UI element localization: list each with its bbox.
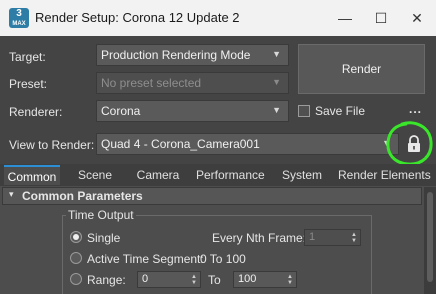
every-nth-frame-value: 1 bbox=[309, 231, 316, 243]
scrollbar-thumb[interactable] bbox=[427, 192, 433, 282]
active-time-segment-label: Active Time Segment: bbox=[87, 252, 204, 266]
target-value: Production Rendering Mode bbox=[101, 48, 251, 62]
range-radio[interactable] bbox=[70, 273, 82, 285]
spinner-down-icon: ▼ bbox=[287, 280, 293, 286]
view-to-render-dropdown[interactable]: Quad 4 - Corona_Camera001 ▼ bbox=[96, 133, 399, 155]
chevron-down-icon: ▼ bbox=[272, 77, 281, 87]
more-options-button[interactable]: ... bbox=[409, 102, 422, 116]
window-title: Render Setup: Corona 12 Update 2 bbox=[35, 10, 240, 25]
annotation-circle bbox=[386, 121, 433, 166]
tab-performance[interactable]: Performance bbox=[196, 165, 265, 185]
range-end-spinner[interactable]: 100 ▲ ▼ bbox=[233, 271, 297, 288]
close-button[interactable]: ✕ bbox=[400, 0, 434, 36]
rollout-title: Common Parameters bbox=[22, 189, 143, 203]
render-button[interactable]: Render bbox=[298, 44, 425, 94]
tab-render-elements[interactable]: Render Elements bbox=[338, 165, 436, 185]
renderer-label: Renderer: bbox=[9, 105, 63, 119]
range-label: Range: bbox=[87, 273, 126, 287]
view-to-render-label: View to Render: bbox=[9, 138, 95, 152]
every-nth-frame-label: Every Nth Frame: bbox=[212, 231, 307, 245]
tab-system[interactable]: System bbox=[278, 165, 326, 185]
renderer-dropdown[interactable]: Corona ▼ bbox=[96, 100, 289, 122]
app-icon-text: 3 bbox=[16, 8, 22, 19]
range-to-label: To bbox=[208, 273, 221, 287]
app-icon: 3 MAX bbox=[9, 8, 29, 28]
view-to-render-value: Quad 4 - Corona_Camera001 bbox=[101, 137, 260, 151]
tab-camera[interactable]: Camera bbox=[130, 165, 186, 185]
tab-common[interactable]: Common bbox=[4, 165, 60, 185]
chevron-down-icon: ▼ bbox=[272, 105, 281, 115]
every-nth-frame-spinner[interactable]: 1 ▲ ▼ bbox=[304, 229, 361, 246]
collapse-icon: ▾ bbox=[9, 189, 14, 199]
chevron-down-icon: ▼ bbox=[272, 49, 281, 59]
time-output-title: Time Output bbox=[66, 208, 136, 222]
preset-placeholder: No preset selected bbox=[101, 76, 202, 90]
spinner-down-icon: ▼ bbox=[351, 238, 357, 244]
save-file-label: Save File bbox=[315, 104, 366, 118]
active-time-segment-value: 0 To 100 bbox=[200, 252, 246, 266]
target-label: Target: bbox=[9, 50, 46, 64]
range-end-value: 100 bbox=[238, 273, 257, 285]
preset-dropdown[interactable]: No preset selected ▼ bbox=[96, 72, 289, 94]
range-start-value: 0 bbox=[142, 273, 149, 285]
maximize-button[interactable]: ☐ bbox=[364, 0, 398, 36]
tab-scene[interactable]: Scene bbox=[72, 165, 118, 185]
active-time-segment-radio[interactable] bbox=[70, 252, 82, 264]
minimize-button[interactable]: — bbox=[328, 0, 362, 36]
save-file-checkbox[interactable] bbox=[298, 105, 310, 117]
single-label: Single bbox=[87, 231, 121, 245]
single-radio[interactable] bbox=[70, 231, 82, 243]
renderer-value: Corona bbox=[101, 104, 141, 118]
range-start-spinner[interactable]: 0 ▲ ▼ bbox=[137, 271, 201, 288]
spinner-down-icon: ▼ bbox=[191, 280, 197, 286]
target-dropdown[interactable]: Production Rendering Mode ▼ bbox=[96, 44, 289, 66]
preset-label: Preset: bbox=[9, 77, 48, 91]
